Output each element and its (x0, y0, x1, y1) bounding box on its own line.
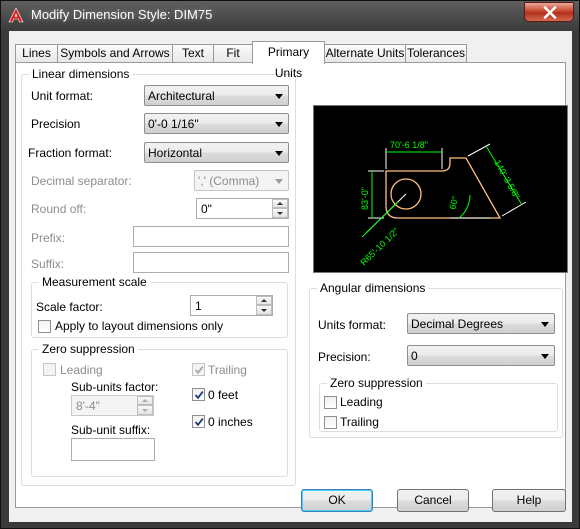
tab-primary-units[interactable]: Primary Units (252, 41, 325, 80)
tab-label: Fit (226, 46, 240, 60)
dropdown-value: Architectural (148, 89, 215, 103)
zero-inches-label: 0 inches (208, 415, 253, 429)
ok-button[interactable]: OK (301, 489, 373, 512)
dim-text-top: 70'-6 1/8" (390, 140, 428, 150)
cancel-button[interactable]: Cancel (397, 489, 469, 512)
dimension-preview: 70'-6 1/8" 83'-0" 140'-3 5/8" 60° R65'-1… (313, 105, 568, 273)
apply-layout-checkbox[interactable] (38, 320, 51, 333)
spin-down-icon[interactable] (272, 208, 288, 218)
zero-feet-label: 0 feet (208, 388, 239, 402)
leading-label: Leading (60, 363, 103, 377)
angular-units-format-dropdown[interactable]: Decimal Degrees (407, 313, 555, 334)
chevron-down-icon (275, 94, 283, 99)
spin-up-icon[interactable] (256, 296, 272, 305)
tab-alternate-units[interactable]: Alternate Units (324, 44, 406, 63)
tab-label: Lines (22, 46, 51, 60)
group-title: Linear dimensions (29, 67, 133, 81)
spinner-value: 1 (195, 299, 202, 313)
close-button[interactable] (524, 2, 574, 22)
angular-leading-checkbox[interactable] (324, 396, 337, 409)
suffix-label: Suffix: (31, 257, 65, 271)
dropdown-value: 0'-0 1/16" (148, 117, 199, 131)
apply-layout-label: Apply to layout dimensions only (55, 319, 224, 333)
tab-fit[interactable]: Fit (213, 44, 253, 63)
angular-trailing-checkbox[interactable] (324, 416, 337, 429)
preview-drawing: 70'-6 1/8" 83'-0" 140'-3 5/8" 60° R65'-1… (358, 140, 527, 268)
checkmark-icon (194, 366, 204, 375)
scale-factor-spinner[interactable]: 1 (190, 295, 273, 316)
dim-text-angle: 60° (447, 194, 460, 210)
chevron-down-icon (541, 322, 549, 327)
spin-up-icon[interactable] (272, 199, 288, 208)
sub-unit-suffix-label: Sub-unit suffix: (71, 423, 151, 437)
trailing-label: Trailing (208, 363, 247, 377)
dim-text-radius: R65'-10 1/2" (358, 226, 401, 268)
tab-label: Alternate Units (325, 46, 405, 60)
group-title: Zero suppression (39, 342, 138, 356)
sub-units-factor-spinner[interactable]: 8'-4" (71, 395, 154, 416)
dim-text-left: 83'-0" (360, 187, 370, 210)
spin-down-icon[interactable] (137, 405, 153, 415)
tab-tolerances[interactable]: Tolerances (405, 44, 467, 63)
angular-leading-label: Leading (340, 395, 383, 409)
tab-label: Symbols and Arrows (60, 46, 170, 60)
round-off-label: Round off: (31, 202, 87, 216)
precision-label: Precision (31, 117, 81, 131)
decimal-separator-label: Decimal separator: (31, 174, 132, 188)
dropdown-value: ',' (Comma) (198, 174, 260, 188)
spin-down-icon[interactable] (256, 305, 272, 315)
chevron-down-icon (275, 179, 283, 184)
decimal-separator-dropdown[interactable]: ',' (Comma) (194, 170, 289, 191)
tab-label: Text (181, 46, 204, 60)
sub-unit-suffix-input[interactable] (71, 438, 155, 461)
dim-text-slant: 140'-3 5/8" (492, 158, 522, 200)
dropdown-value: Horizontal (148, 146, 203, 160)
chevron-down-icon (275, 151, 283, 156)
tab-lines[interactable]: Lines (15, 44, 58, 63)
extension-lines (365, 143, 527, 234)
zero-inches-checkbox[interactable] (192, 415, 205, 428)
scale-factor-label: Scale factor: (36, 300, 103, 314)
tab-text[interactable]: Text (172, 44, 214, 63)
prefix-label: Prefix: (31, 231, 66, 245)
prefix-input[interactable] (133, 226, 289, 247)
tab-label: Tolerances (406, 46, 466, 60)
checkmark-icon (194, 418, 204, 427)
chevron-down-icon (275, 122, 283, 127)
window-title: Modify Dimension Style: DIM75 (31, 7, 213, 22)
group-title: Zero suppression (327, 376, 426, 390)
angular-precision-label: Precision: (318, 350, 371, 364)
trailing-checkbox[interactable] (192, 363, 205, 376)
unit-format-dropdown[interactable]: Architectural (144, 85, 289, 106)
primary-units-panel: Linear dimensions Unit format: Architect… (15, 62, 568, 508)
angular-precision-dropdown[interactable]: 0 (407, 345, 555, 366)
dialog-window: Modify Dimension Style: DIM75 Lines Symb… (0, 0, 580, 529)
angular-units-format-label: Units format: (318, 318, 387, 332)
help-button[interactable]: Help (492, 489, 566, 512)
dialog-client-area: Lines Symbols and Arrows Text Fit Primar… (9, 31, 572, 522)
autocad-app-icon (8, 7, 24, 23)
leading-checkbox[interactable] (43, 363, 56, 376)
sub-units-factor-label: Sub-units factor: (71, 380, 159, 394)
spinner-value: 8'-4" (76, 399, 100, 413)
title-bar[interactable]: Modify Dimension Style: DIM75 (1, 1, 579, 29)
fraction-format-dropdown[interactable]: Horizontal (144, 142, 289, 163)
suffix-input[interactable] (133, 252, 289, 273)
tab-symbols-and-arrows[interactable]: Symbols and Arrows (57, 44, 173, 63)
group-title: Measurement scale (39, 275, 150, 289)
unit-format-label: Unit format: (31, 89, 94, 103)
spinner-value: 0" (201, 202, 212, 216)
dropdown-value: 0 (411, 349, 418, 363)
spin-up-icon[interactable] (137, 396, 153, 405)
close-icon (543, 6, 557, 19)
chevron-down-icon (541, 354, 549, 359)
round-off-spinner[interactable]: 0" (196, 198, 289, 219)
zero-feet-checkbox[interactable] (192, 388, 205, 401)
dropdown-value: Decimal Degrees (411, 317, 504, 331)
group-title: Angular dimensions (317, 281, 429, 295)
checkmark-icon (194, 391, 204, 400)
precision-dropdown[interactable]: 0'-0 1/16" (144, 113, 289, 134)
angular-trailing-label: Trailing (340, 415, 379, 429)
fraction-format-label: Fraction format: (28, 146, 113, 160)
